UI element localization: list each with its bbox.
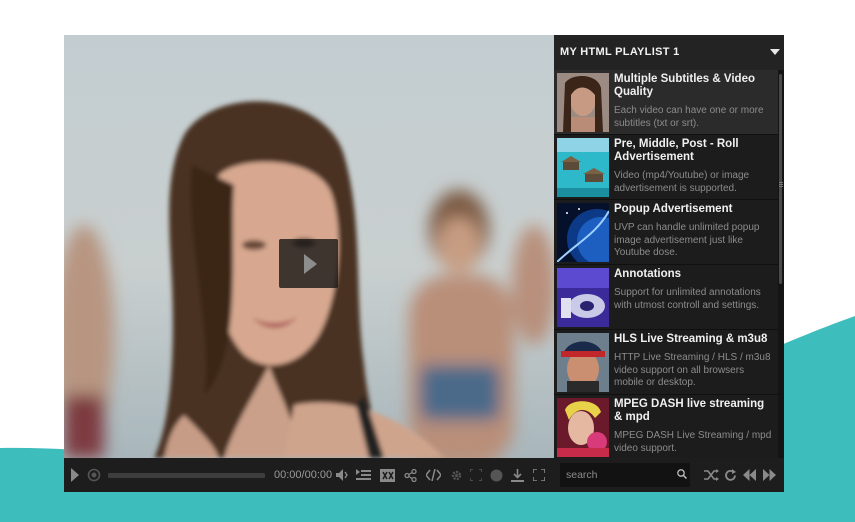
shuffle-button[interactable] bbox=[702, 458, 720, 492]
play-icon bbox=[304, 254, 317, 274]
video-thumbnail bbox=[557, 268, 609, 327]
playlist-item-title: Multiple Subtitles & Video Quality bbox=[614, 73, 755, 98]
previous-button[interactable] bbox=[741, 458, 757, 492]
playlist-item[interactable]: MPEG DASH live streaming & mpd MPEG DASH… bbox=[554, 395, 778, 458]
playlist-control-bar bbox=[554, 458, 784, 492]
share-icon bbox=[403, 468, 417, 482]
subtitles-button[interactable] bbox=[378, 458, 396, 492]
playlist-toggle-button[interactable] bbox=[354, 458, 372, 492]
big-play-button[interactable] bbox=[279, 239, 338, 288]
playlist-item[interactable]: HLS Live Streaming & m3u8 HTTP Live Stre… bbox=[554, 330, 778, 395]
fullscreen-icon bbox=[533, 469, 545, 481]
play-button[interactable] bbox=[67, 458, 83, 492]
playlist-item-description: Video (mp4/Youtube) or image advertiseme… bbox=[614, 170, 750, 194]
search-input[interactable] bbox=[560, 463, 690, 487]
playlist-selector[interactable]: MY HTML PLAYLIST 1 bbox=[554, 35, 784, 71]
playlist-panel: MY HTML PLAYLIST 1 Multiple Subtitles & … bbox=[554, 35, 784, 458]
playlist-item-description: HTTP Live Streaming / HLS / m3u8 video s… bbox=[614, 352, 771, 388]
progress-bar[interactable] bbox=[108, 473, 265, 478]
playlist-item-title: MPEG DASH live streaming & mpd bbox=[614, 398, 765, 423]
playlist-item[interactable]: Popup Advertisement UVP can handle unlim… bbox=[554, 200, 778, 265]
video-thumbnail bbox=[557, 333, 609, 392]
grip-icon bbox=[779, 182, 783, 183]
video-thumbnail bbox=[557, 203, 609, 262]
next-icon bbox=[762, 469, 776, 481]
video-thumbnail bbox=[557, 398, 609, 457]
download-icon bbox=[510, 468, 524, 482]
time-display: 00:00/00:00 bbox=[274, 469, 333, 481]
video-frame[interactable] bbox=[64, 35, 554, 458]
quality-button[interactable] bbox=[488, 458, 504, 492]
shuffle-icon bbox=[703, 469, 719, 481]
settings-icon bbox=[451, 470, 461, 480]
playlist-item-description: Support for unlimited annotations with u… bbox=[614, 287, 761, 311]
settings-button[interactable] bbox=[448, 458, 464, 492]
playlist-item-description: MPEG DASH Live Streaming / mpd video sup… bbox=[614, 430, 772, 454]
playlist-title: MY HTML PLAYLIST 1 bbox=[560, 46, 680, 58]
embed-icon bbox=[425, 469, 441, 481]
playlist-item-description: UVP can handle unlimited popup image adv… bbox=[614, 222, 760, 258]
playlist-scrollbar[interactable] bbox=[778, 70, 784, 458]
search-icon[interactable] bbox=[677, 469, 687, 479]
fullscreen-button[interactable] bbox=[531, 458, 547, 492]
download-button[interactable] bbox=[509, 458, 525, 492]
video-thumbnail bbox=[557, 138, 609, 197]
playlist-items: Multiple Subtitles & Video Quality Each … bbox=[554, 70, 778, 458]
playlist-item-title: Pre, Middle, Post - Roll Advertisement bbox=[614, 138, 739, 163]
playlist-item-description: Each video can have one or more subtitle… bbox=[614, 105, 764, 129]
video-thumbnail bbox=[557, 73, 609, 132]
embed-button[interactable] bbox=[424, 458, 442, 492]
previous-icon bbox=[742, 469, 756, 481]
loop-icon bbox=[724, 468, 736, 481]
fullscreen-window-icon bbox=[470, 469, 482, 481]
play-icon bbox=[71, 468, 79, 482]
rewind-button[interactable] bbox=[85, 458, 103, 492]
next-button[interactable] bbox=[761, 458, 777, 492]
volume-button[interactable] bbox=[334, 458, 350, 492]
playlist-item-title: Popup Advertisement bbox=[614, 203, 733, 215]
playlist-item-title: Annotations bbox=[614, 268, 682, 280]
scrollbar-thumb[interactable] bbox=[779, 74, 782, 284]
quality-icon bbox=[490, 469, 502, 481]
share-button[interactable] bbox=[402, 458, 418, 492]
playlist-item[interactable]: Pre, Middle, Post - Roll Advertisement V… bbox=[554, 135, 778, 200]
video-player: 00:00/00:00 MY HTML PLAYLIST 1 Multiple … bbox=[64, 35, 784, 492]
playlist-item[interactable]: Annotations Support for unlimited annota… bbox=[554, 265, 778, 330]
loop-button[interactable] bbox=[722, 458, 738, 492]
rewind-icon bbox=[87, 468, 101, 482]
chevron-down-icon bbox=[770, 49, 780, 55]
playlist-item-title: HLS Live Streaming & m3u8 bbox=[614, 333, 768, 345]
playlist-item[interactable]: Multiple Subtitles & Video Quality Each … bbox=[554, 70, 778, 135]
subtitles-icon bbox=[379, 468, 395, 482]
playlist-icon bbox=[355, 469, 371, 480]
fullscreen-window-button[interactable] bbox=[468, 458, 484, 492]
control-bar: 00:00/00:00 bbox=[64, 458, 554, 492]
volume-icon bbox=[335, 469, 348, 481]
